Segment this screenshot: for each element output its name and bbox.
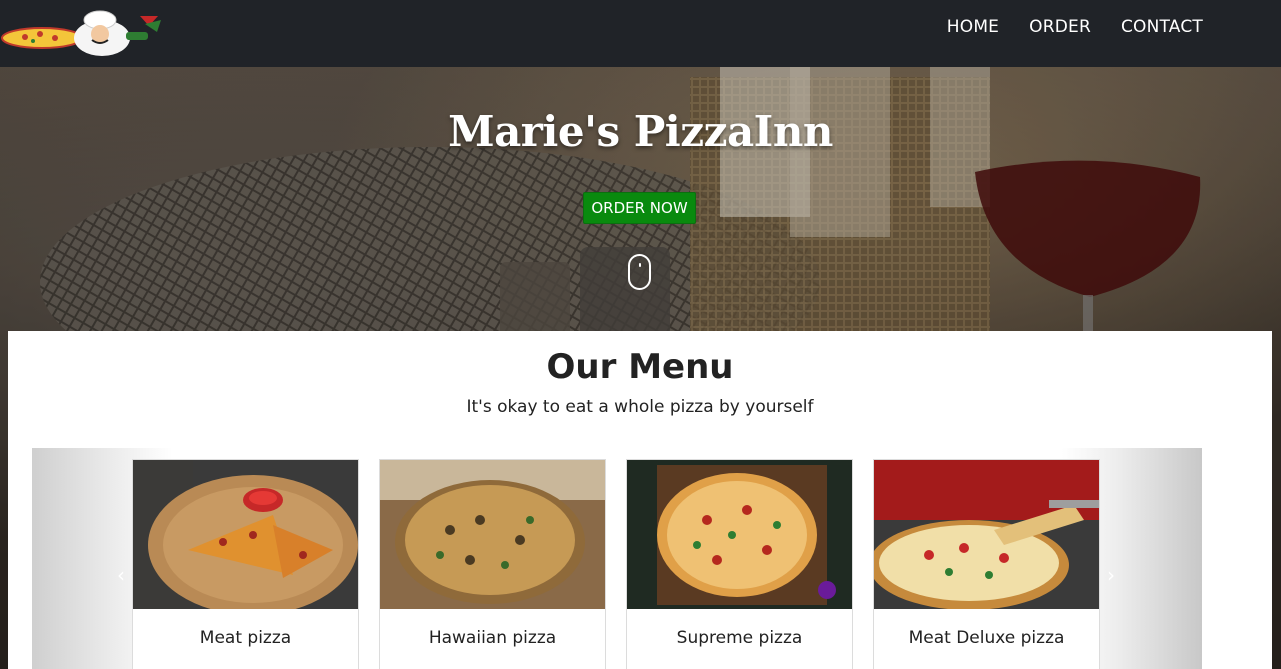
pizza-chef-logo-icon[interactable] bbox=[0, 10, 170, 58]
menu-title: Our Menu bbox=[546, 347, 734, 387]
supreme-pizza-image bbox=[627, 460, 852, 609]
nav-home-link[interactable]: HOME bbox=[947, 17, 999, 37]
scroll-wheel bbox=[638, 263, 641, 267]
order-now-button[interactable]: ORDER NOW bbox=[583, 192, 696, 224]
menu-item-name: Meat pizza bbox=[199, 628, 292, 648]
menu-subtitle: It's okay to eat a whole pizza by yourse… bbox=[466, 397, 814, 417]
nav-links: HOME ORDER CONTACT bbox=[947, 0, 1203, 53]
meat-pizza-image bbox=[133, 460, 358, 609]
hawaiian-pizza-image bbox=[380, 460, 605, 609]
nav-contact-link[interactable]: CONTACT bbox=[1121, 17, 1203, 37]
menu-section: Our Menu It's okay to eat a whole pizza … bbox=[8, 331, 1272, 669]
menu-card-hawaiian-pizza[interactable]: Hawaiian pizza bbox=[379, 459, 606, 669]
navbar: HOME ORDER CONTACT bbox=[0, 0, 1281, 67]
menu-item-name: Meat Deluxe pizza bbox=[908, 628, 1065, 648]
chevron-right-icon[interactable]: › bbox=[1107, 563, 1115, 587]
meat-deluxe-pizza-image bbox=[874, 460, 1099, 609]
menu-carousel: ‹ › Meat pizza Hawaiian pizza Supreme pi… bbox=[32, 448, 1202, 669]
menu-card-meat-pizza[interactable]: Meat pizza bbox=[132, 459, 359, 669]
menu-item-name: Hawaiian pizza bbox=[428, 628, 557, 648]
scroll-mouse-icon[interactable] bbox=[628, 254, 651, 290]
menu-card-meat-deluxe-pizza[interactable]: Meat Deluxe pizza bbox=[873, 459, 1100, 669]
menu-item-name: Supreme pizza bbox=[676, 628, 803, 648]
chevron-left-icon[interactable]: ‹ bbox=[117, 563, 125, 587]
hero-title: Marie's PizzaInn bbox=[448, 107, 833, 156]
menu-card-supreme-pizza[interactable]: Supreme pizza bbox=[626, 459, 853, 669]
nav-order-link[interactable]: ORDER bbox=[1029, 17, 1091, 37]
